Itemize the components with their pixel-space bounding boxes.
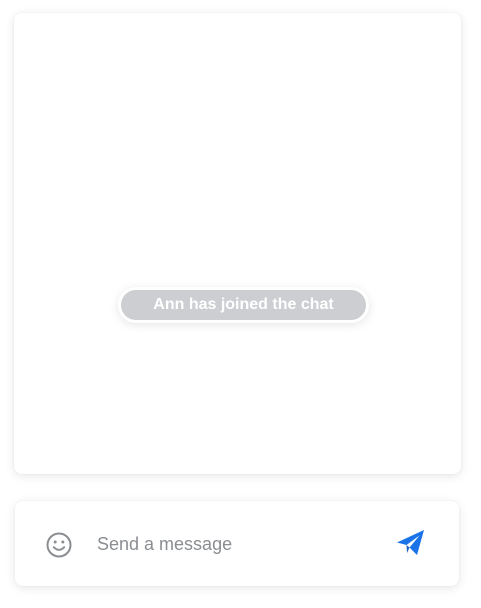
system-message-badge: Ann has joined the chat <box>118 287 369 323</box>
message-composer <box>15 501 459 586</box>
emoji-icon[interactable] <box>45 531 73 559</box>
system-message-text: Ann has joined the chat <box>153 296 334 313</box>
chat-messages-panel: Ann has joined the chat <box>14 13 461 474</box>
message-input[interactable] <box>93 528 391 560</box>
send-icon[interactable] <box>395 527 427 559</box>
